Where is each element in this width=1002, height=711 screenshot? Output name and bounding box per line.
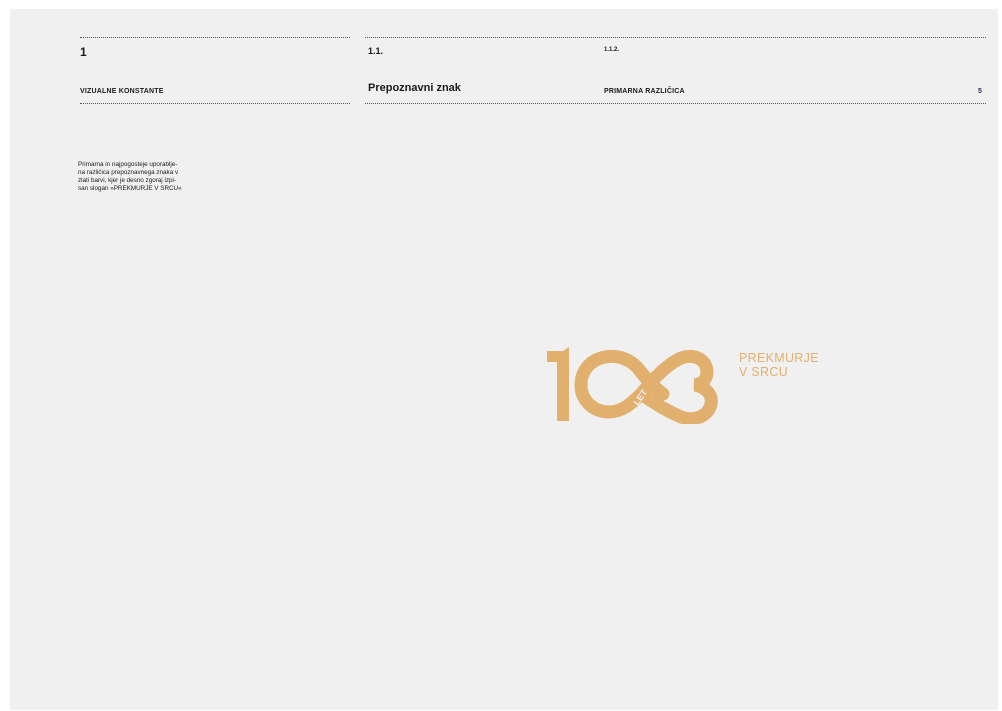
header-rule-right-top — [365, 37, 986, 38]
slogan-line-2: V SRCU — [739, 365, 789, 379]
logo-digit-one — [547, 344, 575, 350]
subsection-number: 1.1.2. — [604, 47, 620, 53]
chapter-number: 1 — [80, 45, 87, 59]
section-number: 1.1. — [368, 46, 384, 56]
document-page: 1 VIZUALNE KONSTANTE 1.1. Prepoznavni zn… — [10, 9, 998, 710]
header-rule-left-top — [80, 37, 350, 38]
header-rule-left-bottom — [80, 103, 350, 104]
logo-digit-one-shape — [547, 347, 569, 421]
subsection-title: PRIMARNA RAZLIČICA — [604, 88, 685, 95]
description-text: Primarna in najpogosteje uporablje- na r… — [78, 161, 182, 192]
logo-mark — [547, 344, 575, 421]
section-title: Prepoznavni znak — [368, 82, 461, 94]
slogan-line-1: PREKMURJE — [739, 351, 819, 365]
chapter-title: VIZUALNE KONSTANTE — [80, 88, 164, 95]
page-number: 5 — [978, 88, 982, 95]
header-rule-right-bottom — [365, 103, 986, 104]
logo-infinity — [574, 349, 718, 424]
logo-slogan: PREKMURJE V SRCU — [739, 351, 819, 379]
